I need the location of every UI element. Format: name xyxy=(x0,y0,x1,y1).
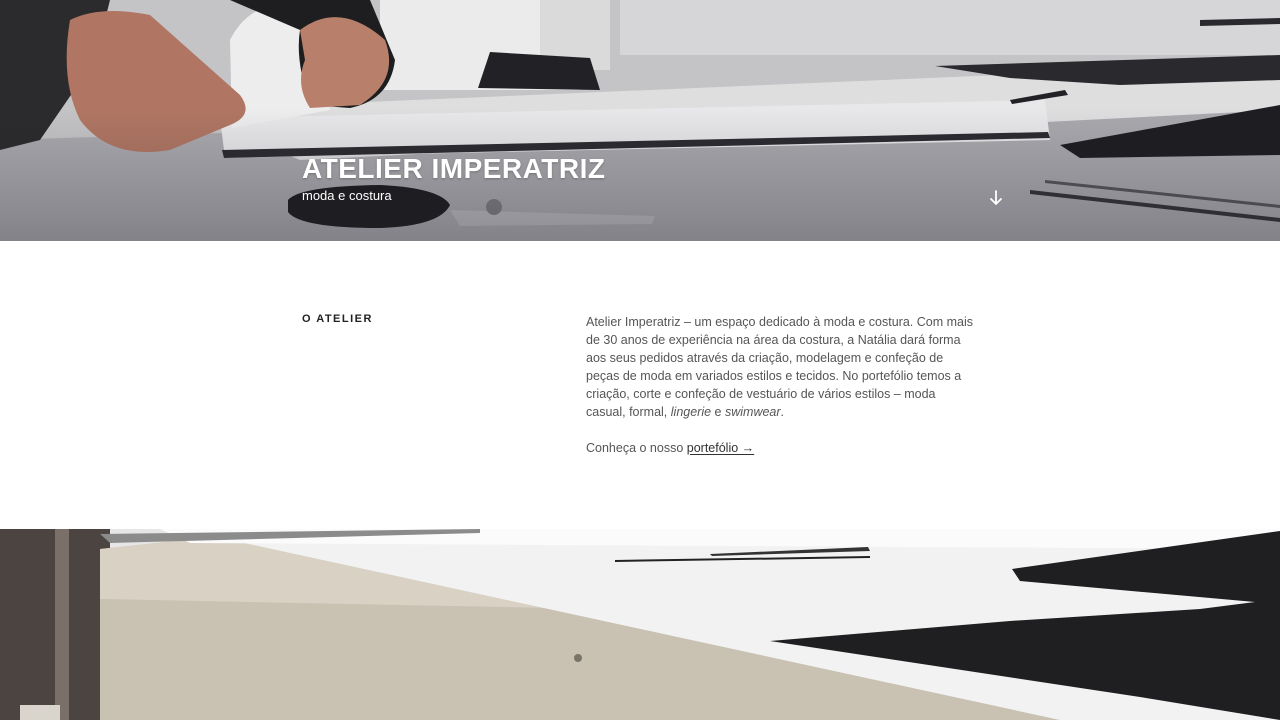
portfolio-link[interactable]: portefólio → xyxy=(687,441,754,455)
about-text-end: . xyxy=(780,405,785,419)
section-heading: O ATELIER xyxy=(302,313,373,325)
portfolio-cta: Conheça o nosso portefólio → xyxy=(586,439,754,457)
arrow-down-icon xyxy=(990,190,1002,205)
site-title[interactable]: ATELIER IMPERATRIZ xyxy=(302,151,606,187)
fabric-on-table-photo xyxy=(0,529,1280,720)
about-text-conjunction: e xyxy=(711,405,725,419)
about-paragraph: Atelier Imperatriz – um espaço dedicado … xyxy=(586,313,978,421)
cta-prefix: Conheça o nosso xyxy=(586,441,687,455)
gallery-image-section xyxy=(0,529,1280,720)
hero-overlay xyxy=(0,0,1280,241)
hero-banner: ATELIER IMPERATRIZ moda e costura xyxy=(0,0,1280,241)
site-tagline: moda e costura xyxy=(302,188,392,203)
about-section: O ATELIER Atelier Imperatriz – um espaço… xyxy=(0,241,1280,529)
scroll-down-button[interactable] xyxy=(986,188,1006,208)
about-text-swimwear: swimwear xyxy=(724,405,781,419)
about-text-lingerie: lingerie xyxy=(670,405,712,419)
about-text-main: Atelier Imperatriz – um espaço dedicado … xyxy=(586,315,973,419)
